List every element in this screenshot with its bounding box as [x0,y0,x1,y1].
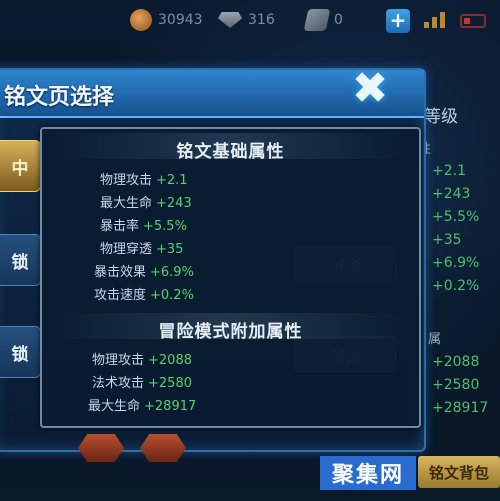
rune-slot-icon [78,434,124,462]
stat-value: +0.2% [150,288,194,303]
bg-basic-value: +35 [432,232,462,248]
adventure-stat-row: 法术攻击 +2580 [92,372,192,391]
stat-name: 法术攻击 [92,376,145,391]
rune-slot-icon [140,434,186,462]
rune-page-item-selected[interactable]: 中 [0,140,41,192]
rune-page-item-locked[interactable]: 锁 [0,234,41,286]
resource-bar: 30943 316 0 + [0,0,500,40]
stat-name: 暴击率 [100,219,140,234]
stat-name: 最大生命 [100,196,153,211]
diamond-amount: 316 [248,12,275,28]
basic-stat-row: 物理攻击 +2.1 [100,169,188,188]
stat-value: +6.9% [150,265,194,280]
rune-bag-button[interactable]: 铭文背包 [418,456,500,488]
stat-value: +243 [156,196,192,211]
battery-icon [460,14,486,28]
stat-name: 物理攻击 [100,173,153,188]
bg-adv-value: +2088 [432,354,480,370]
adv-label: 属 [428,332,442,347]
bg-basic-value: +5.5% [432,209,480,225]
bg-basic-value: +243 [432,186,471,202]
gold-coin-icon [130,9,152,31]
dialog-title: 铭文页选择 [4,85,115,110]
signal-icon [424,12,445,28]
level-title: 等级 [424,107,458,127]
stat-value: +2.1 [156,173,188,188]
stat-value: +2580 [148,376,192,391]
basic-stat-row: 物理穿透 +35 [100,238,183,257]
watermark-logo: 聚集网 [320,456,416,490]
basic-stat-row: 暴击率 +5.5% [100,215,187,234]
rune-attribute-popup: 铭文基础属性 物理攻击 +2.1 最大生命 +243 暴击率 +5.5% 物理穿透 +3… [40,127,421,428]
basic-stat-row: 暴击效果 +6.9% [94,261,194,280]
stat-value: +5.5% [143,219,187,234]
rune-page-item-locked[interactable]: 锁 [0,326,41,378]
gold-amount: 30943 [158,12,203,28]
diamond-icon [218,12,242,28]
stat-name: 暴击效果 [94,265,147,280]
basic-stat-row: 最大生命 +243 [100,192,192,211]
stat-name: 攻击速度 [94,288,147,303]
stat-name: 物理穿透 [100,242,153,257]
basic-attributes-title: 铭文基础属性 [176,142,285,162]
gold-counter: 30943 [130,8,203,32]
bg-basic-value: +0.2% [432,278,480,294]
bg-adv-value: +28917 [432,400,489,416]
stat-name: 最大生命 [88,399,141,414]
stat-value: +35 [156,242,184,257]
basic-stat-row: 攻击速度 +0.2% [94,284,194,303]
stat-name: 物理攻击 [92,353,145,368]
recharge-button[interactable]: + [386,9,410,33]
stat-value: +2088 [148,353,192,368]
ticket-counter: 0 [303,8,343,32]
bg-basic-value: +2.1 [432,163,466,179]
close-icon[interactable]: ✖ [350,67,390,111]
adventure-attributes-title: 冒险模式附加属性 [158,322,303,342]
stat-value: +28917 [144,399,197,414]
adventure-stat-row: 物理攻击 +2088 [92,349,192,368]
bg-basic-value: +6.9% [432,255,480,271]
adventure-stat-row: 最大生命 +28917 [88,395,196,414]
diamond-counter: 316 [218,8,275,32]
ticket-icon [303,9,331,31]
ticket-amount: 0 [334,12,343,28]
bg-adv-value: +2580 [432,377,480,393]
